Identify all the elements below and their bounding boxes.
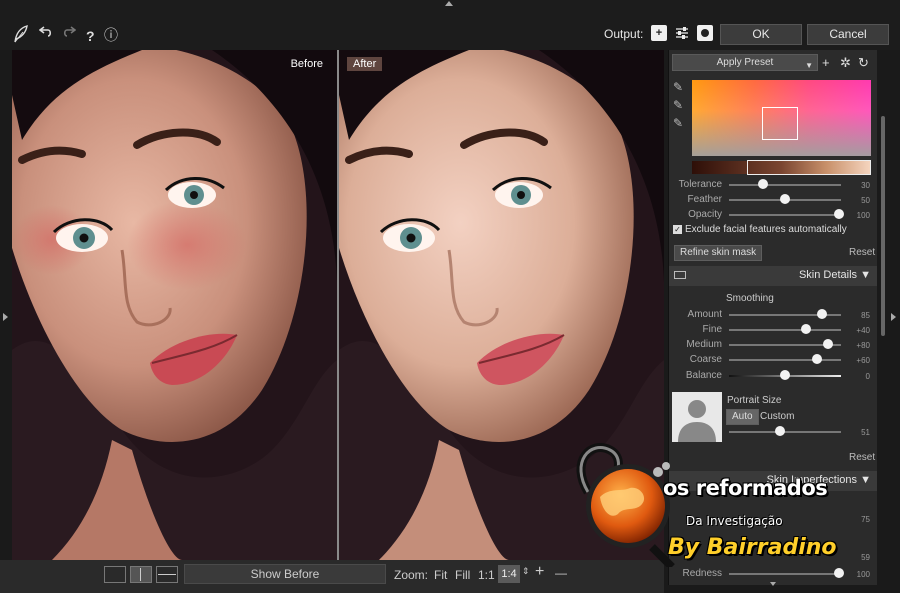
- balance-label: Balance: [685, 370, 722, 381]
- skin-details-header[interactable]: Skin Details ▼: [669, 266, 877, 286]
- medium-slider-knob[interactable]: [823, 339, 833, 349]
- skin-details-title: Skin Details: [798, 269, 858, 281]
- single-view-button[interactable]: [104, 566, 126, 583]
- watermark-subtitle: Da Investigação: [686, 514, 783, 528]
- show-before-button[interactable]: Show Before: [184, 564, 386, 584]
- eyedropper-subtract-icon[interactable]: ✎: [673, 116, 683, 130]
- zoom-fit-button[interactable]: Fit: [434, 568, 447, 582]
- help-icon[interactable]: ?: [86, 26, 95, 46]
- balance-slider-knob[interactable]: [780, 370, 790, 380]
- amount-slider-knob[interactable]: [817, 309, 827, 319]
- redness-slider-knob[interactable]: [834, 568, 844, 578]
- sliders-icon[interactable]: [674, 25, 690, 41]
- redo-icon[interactable]: [62, 24, 77, 44]
- zoom-fill-button[interactable]: Fill: [455, 568, 470, 582]
- medium-value: +80: [856, 341, 870, 350]
- ok-button[interactable]: OK: [720, 24, 802, 45]
- zoom-label: Zoom:: [394, 568, 429, 582]
- tolerance-value: 30: [861, 181, 870, 190]
- skin-mask-reset-button[interactable]: Reset: [849, 247, 875, 258]
- before-pane[interactable]: Before: [12, 50, 337, 560]
- chevron-down-icon: ▼: [860, 474, 871, 486]
- opacity-value: 100: [856, 211, 870, 220]
- portrait-custom-button[interactable]: Custom: [760, 411, 794, 422]
- tolerance-label: Tolerance: [678, 179, 722, 190]
- redness-slider[interactable]: [729, 573, 841, 575]
- balance-value: 0: [865, 372, 870, 381]
- feather-value: 50: [861, 196, 870, 205]
- zoom-1-1-button[interactable]: 1:1: [478, 568, 495, 582]
- amount-value: 85: [861, 311, 870, 320]
- feather-slider-knob[interactable]: [780, 194, 790, 204]
- exclude-features-checkbox[interactable]: ✓: [673, 225, 682, 234]
- zoom-1-4-button[interactable]: 1:4: [498, 565, 520, 583]
- amount-label: Amount: [687, 309, 722, 320]
- coarse-slider[interactable]: [729, 359, 841, 361]
- portrait-size-slider-knob[interactable]: [775, 426, 785, 436]
- before-photo: [12, 50, 337, 560]
- portrait-size-slider[interactable]: [729, 431, 841, 433]
- collapse-top-arrow-icon[interactable]: [445, 1, 453, 6]
- info-icon[interactable]: ⓘ: [104, 25, 118, 45]
- expand-left-arrow-icon[interactable]: [3, 313, 8, 321]
- chevron-down-icon: ▼: [805, 61, 813, 70]
- fine-slider[interactable]: [729, 329, 841, 331]
- panel-scrollbar[interactable]: [881, 116, 885, 336]
- smoothing-title: Smoothing: [726, 293, 774, 304]
- add-preset-icon[interactable]: +: [822, 56, 830, 70]
- chevron-down-icon: ▼: [860, 269, 871, 281]
- watermark-title: os reformados: [663, 476, 828, 500]
- panel-scroll-down-icon[interactable]: [770, 582, 776, 586]
- refresh-icon[interactable]: ↻: [858, 56, 869, 70]
- after-label: After: [347, 57, 383, 71]
- output-label: Output:: [604, 27, 644, 41]
- output-new-layer-icon[interactable]: +: [651, 25, 667, 41]
- tolerance-slider[interactable]: [729, 184, 841, 186]
- undo-icon[interactable]: [38, 24, 53, 44]
- feather-label: Feather: [687, 194, 722, 205]
- zoom-out-button[interactable]: —: [555, 566, 567, 580]
- section-toggle-icon[interactable]: [674, 271, 686, 279]
- refine-skin-mask-button[interactable]: Refine skin mask: [674, 245, 763, 261]
- feather-logo-icon: [12, 24, 30, 50]
- opacity-slider[interactable]: [729, 214, 841, 216]
- exclude-features-label: Exclude facial features automatically: [685, 224, 847, 235]
- fine-slider-knob[interactable]: [801, 324, 811, 334]
- color-selection-box[interactable]: [762, 107, 798, 140]
- cancel-button[interactable]: Cancel: [807, 24, 889, 45]
- apply-preset-label: Apply Preset: [716, 57, 774, 68]
- watermark-byline: By Bairradino: [668, 535, 837, 560]
- opacity-slider-knob[interactable]: [834, 209, 844, 219]
- eyedropper-icon[interactable]: ✎: [673, 80, 683, 94]
- eyedropper-add-icon[interactable]: ✎: [673, 98, 683, 112]
- skin-tone-range-selection[interactable]: [747, 160, 871, 175]
- zoom-in-button[interactable]: +: [535, 563, 544, 581]
- portrait-auto-button[interactable]: Auto: [726, 409, 759, 425]
- tolerance-slider-knob[interactable]: [758, 179, 768, 189]
- coarse-label: Coarse: [689, 354, 722, 365]
- apply-preset-dropdown[interactable]: Apply Preset ▼: [672, 54, 818, 71]
- portrait-size-avatar-icon: [672, 392, 722, 442]
- medium-label: Medium: [686, 339, 722, 350]
- gear-icon[interactable]: ✲: [840, 56, 851, 70]
- before-label: Before: [290, 58, 323, 70]
- opacity-label: Opacity: [688, 209, 722, 220]
- coarse-value: +60: [856, 356, 870, 365]
- zoom-stepper-icon[interactable]: ⇕: [522, 566, 530, 577]
- redness-value: 100: [856, 570, 870, 579]
- split-vertical-view-button[interactable]: [130, 566, 152, 583]
- fine-label: Fine: [702, 324, 722, 335]
- fine-value: +40: [856, 326, 870, 335]
- redness-label: Redness: [682, 568, 722, 579]
- portrait-size-value: 51: [861, 428, 870, 437]
- portrait-size-title: Portrait Size: [727, 395, 782, 406]
- expand-right-arrow-icon[interactable]: [891, 313, 896, 321]
- split-horizontal-view-button[interactable]: [156, 566, 178, 583]
- coarse-slider-knob[interactable]: [812, 354, 822, 364]
- mask-icon[interactable]: [697, 25, 713, 41]
